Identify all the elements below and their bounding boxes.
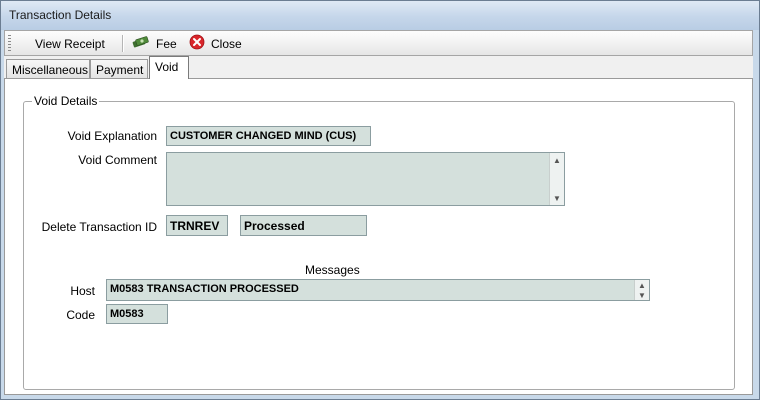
code-label: Code <box>66 308 95 322</box>
view-receipt-button[interactable]: View Receipt <box>35 34 105 53</box>
void-comment-label: Void Comment <box>78 153 157 167</box>
void-details-group: Void Details <box>23 94 735 390</box>
messages-heading: Messages <box>305 263 360 277</box>
tab-void[interactable]: Void <box>149 56 189 79</box>
tab-label: Void <box>155 60 179 74</box>
tab-miscellaneous[interactable]: Miscellaneous <box>6 59 90 78</box>
close-button[interactable]: Close <box>189 34 242 53</box>
void-details-legend: Void Details <box>32 94 100 108</box>
scroll-up-icon[interactable]: ▲ <box>638 281 646 290</box>
tab-label: Payment <box>96 63 144 77</box>
fee-label: Fee <box>156 36 177 51</box>
tab-strip: Miscellaneous Payment Void <box>4 56 753 79</box>
comment-scrollbar[interactable]: ▲ ▼ <box>549 153 564 205</box>
close-label: Close <box>211 36 242 51</box>
delete-transaction-id-label: Delete Transaction ID <box>41 220 157 234</box>
window-title: Transaction Details <box>9 8 112 22</box>
void-explanation-field[interactable]: CUSTOMER CHANGED MIND (CUS) <box>166 126 371 146</box>
host-message-value: M0583 TRANSACTION PROCESSED <box>110 283 299 295</box>
void-comment-field[interactable]: ▲ ▼ <box>166 152 565 206</box>
host-scrollbar[interactable]: ▲ ▼ <box>634 280 649 300</box>
view-receipt-label: View Receipt <box>35 36 105 51</box>
tab-label: Miscellaneous <box>12 63 89 77</box>
scroll-down-icon[interactable]: ▼ <box>638 291 646 300</box>
scroll-down-icon[interactable]: ▼ <box>553 194 561 203</box>
void-explanation-label: Void Explanation <box>67 129 157 143</box>
toolbar-grip[interactable] <box>8 35 11 51</box>
title-bar[interactable]: Transaction Details <box>1 1 759 30</box>
delete-transaction-id-field[interactable]: TRNREV <box>166 215 228 236</box>
toolbar-separator <box>122 35 124 52</box>
scroll-up-icon[interactable]: ▲ <box>553 156 561 165</box>
transaction-status-field[interactable]: Processed <box>240 215 367 236</box>
host-message-field[interactable]: M0583 TRANSACTION PROCESSED ▲ ▼ <box>106 279 650 301</box>
close-icon <box>189 34 205 53</box>
message-code-field[interactable]: M0583 <box>106 304 168 324</box>
tab-payment[interactable]: Payment <box>90 59 148 78</box>
fee-button[interactable]: Fee <box>132 34 177 53</box>
host-label: Host <box>70 284 95 298</box>
void-tab-panel: Void Details Void Explanation CUSTOMER C… <box>4 78 753 395</box>
toolbar: View Receipt Fee Close <box>4 30 753 56</box>
transaction-details-window: Transaction Details View Receipt Fee Clo… <box>0 0 760 400</box>
money-icon <box>132 35 150 52</box>
